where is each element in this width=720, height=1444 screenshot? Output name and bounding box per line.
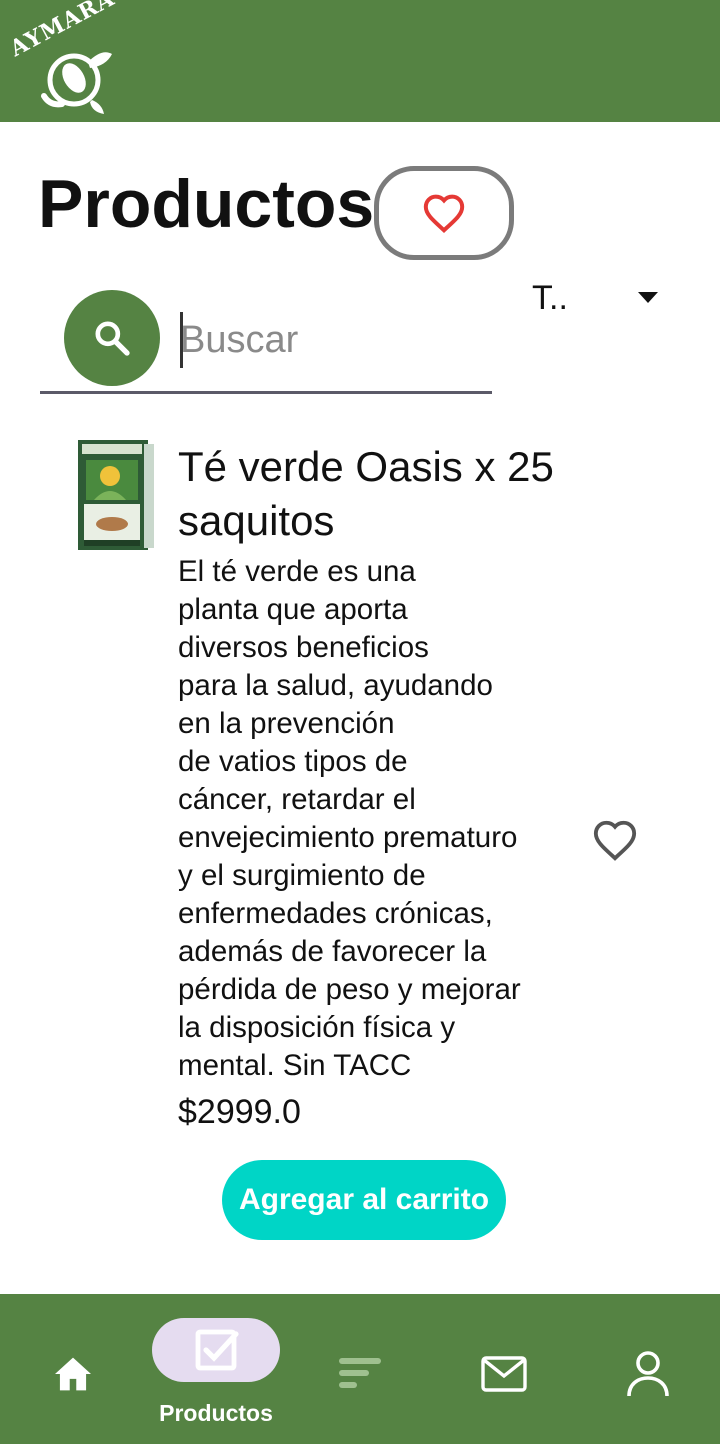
heart-outline-icon: [593, 820, 637, 861]
heart-icon: [423, 194, 465, 233]
sort-dropdown[interactable]: T..: [532, 278, 662, 318]
text-cursor: [180, 312, 183, 368]
aymara-logo[interactable]: AYMARÁ: [6, 0, 122, 118]
nav-item-productos-label: Productos: [159, 1400, 273, 1426]
sort-selected-value: T..: [532, 279, 568, 317]
checkbox-icon: [195, 1329, 239, 1371]
sort-lines-icon: [339, 1358, 381, 1388]
nav-item-home[interactable]: [8, 1294, 138, 1444]
product-favorite-button[interactable]: [592, 818, 638, 862]
chevron-down-icon: [638, 292, 658, 303]
nav-item-sort[interactable]: [295, 1294, 425, 1444]
product-description: El té verde es una planta que aporta div…: [178, 555, 521, 1082]
search-icon: [95, 321, 130, 356]
product-price: $2999.0: [178, 1093, 301, 1131]
favorites-filter-button[interactable]: [374, 166, 514, 260]
search-bar: [40, 290, 492, 394]
mail-icon: [481, 1356, 527, 1392]
nav-item-profile[interactable]: [583, 1294, 713, 1444]
home-icon: [55, 1357, 91, 1391]
app-header: AYMARÁ: [0, 0, 720, 122]
bottom-navigation: Productos: [0, 1294, 720, 1444]
product-name[interactable]: Té verde Oasis x 25 saquitos: [178, 440, 558, 548]
user-icon: [627, 1351, 669, 1397]
search-button[interactable]: [64, 290, 160, 386]
product-image[interactable]: [74, 438, 156, 552]
add-to-cart-button[interactable]: Agregar al carrito: [222, 1160, 506, 1240]
search-input[interactable]: [180, 308, 480, 372]
nav-item-messages[interactable]: [439, 1294, 569, 1444]
page-title: Productos: [38, 166, 375, 242]
